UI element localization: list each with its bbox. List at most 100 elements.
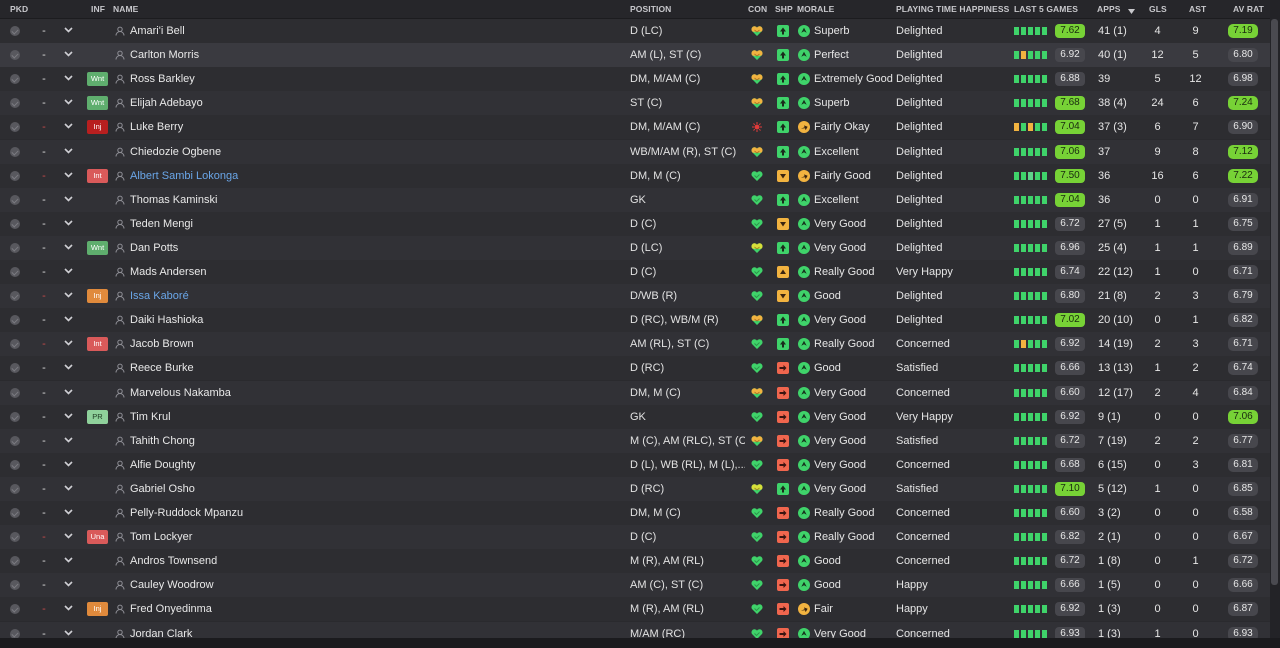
table-row[interactable]: - Int Albert Sambi Lokonga DM, M (C) Fairly … bbox=[0, 163, 1270, 188]
chevron-down-icon[interactable] bbox=[64, 460, 73, 468]
pkd-checkbox[interactable] bbox=[10, 242, 20, 253]
pkd-checkbox[interactable] bbox=[10, 267, 20, 277]
table-row[interactable]: - Pelly-Ruddock Mpanzu DM, M (C) Really Goo… bbox=[0, 501, 1270, 525]
chevron-down-icon[interactable] bbox=[64, 315, 73, 323]
chevron-down-icon[interactable] bbox=[64, 580, 73, 588]
table-row[interactable]: - Gabriel Osho D (RC) Very Good Satisfied 7.1… bbox=[0, 476, 1270, 501]
pkd-checkbox[interactable] bbox=[10, 604, 20, 615]
table-row[interactable]: - Amari'i Bell D (LC) Superb Delighted 7.62 41… bbox=[0, 19, 1270, 43]
pkd-checkbox[interactable] bbox=[10, 146, 20, 157]
table-row[interactable]: - Inj Luke Berry DM, M/AM (C) Fairly Okay Del… bbox=[0, 115, 1270, 140]
chevron-down-icon[interactable] bbox=[64, 484, 73, 492]
pkd-checkbox[interactable] bbox=[10, 218, 20, 229]
chevron-down-icon[interactable] bbox=[64, 412, 73, 420]
table-row[interactable]: - Inj Issa Kaboré D/WB (R) Good Delighted 6.80… bbox=[0, 284, 1270, 309]
player-name[interactable]: Jacob Brown bbox=[130, 332, 620, 356]
chevron-down-icon[interactable] bbox=[64, 604, 73, 612]
pkd-checkbox[interactable] bbox=[10, 411, 20, 422]
table-row[interactable]: - Andros Townsend M (R), AM (RL) Good Concer… bbox=[0, 549, 1270, 574]
player-name[interactable]: Gabriel Osho bbox=[130, 477, 620, 501]
status-badge[interactable]: Wnt bbox=[87, 96, 108, 111]
col-inf[interactable]: INF bbox=[91, 4, 105, 14]
table-row[interactable]: - Wnt Ross Barkley DM, M/AM (C) Extremely Go… bbox=[0, 67, 1270, 92]
player-name[interactable]: Elijah Adebayo bbox=[130, 91, 620, 115]
col-name[interactable]: NAME bbox=[113, 4, 138, 14]
col-last5[interactable]: LAST 5 GAMES bbox=[1014, 4, 1078, 14]
player-name[interactable]: Carlton Morris bbox=[130, 43, 620, 67]
pkd-checkbox[interactable] bbox=[10, 315, 20, 326]
table-row[interactable]: - Alfie Doughty D (L), WB (RL), M (L),... V… bbox=[0, 452, 1270, 477]
table-row[interactable]: - Inj Fred Onyedinma M (R), AM (RL) Fair Happ… bbox=[0, 597, 1270, 622]
pkd-checkbox[interactable] bbox=[10, 50, 20, 61]
chevron-down-icon[interactable] bbox=[64, 267, 73, 275]
chevron-down-icon[interactable] bbox=[64, 26, 73, 34]
pkd-checkbox[interactable] bbox=[10, 122, 20, 133]
pkd-checkbox[interactable] bbox=[10, 98, 20, 109]
col-ast[interactable]: AST bbox=[1189, 4, 1206, 14]
player-name[interactable]: Andros Townsend bbox=[130, 549, 620, 573]
col-pkd[interactable]: PKD bbox=[10, 4, 28, 14]
pkd-checkbox[interactable] bbox=[10, 363, 20, 374]
table-row[interactable]: - Una Tom Lockyer D (C) Really Good Concerned… bbox=[0, 525, 1270, 550]
pkd-checkbox[interactable] bbox=[10, 74, 20, 85]
player-name[interactable]: Tahith Chong bbox=[130, 429, 620, 453]
player-name[interactable]: Fred Onyedinma bbox=[130, 597, 620, 621]
player-name[interactable]: Thomas Kaminski bbox=[130, 188, 620, 212]
table-row[interactable]: - Carlton Morris AM (L), ST (C) Perfect Deli… bbox=[0, 43, 1270, 68]
status-badge[interactable]: Inj bbox=[87, 602, 108, 617]
player-name[interactable]: Pelly-Ruddock Mpanzu bbox=[130, 501, 620, 525]
pkd-checkbox[interactable] bbox=[10, 532, 20, 543]
pkd-checkbox[interactable] bbox=[10, 291, 20, 302]
col-shp[interactable]: SHP bbox=[775, 4, 793, 14]
player-name[interactable]: Marvelous Nakamba bbox=[130, 381, 620, 405]
player-name[interactable]: Daiki Hashioka bbox=[130, 308, 620, 332]
table-row[interactable]: - Daiki Hashioka D (RC), WB/M (R) Very Good… bbox=[0, 308, 1270, 333]
pkd-checkbox[interactable] bbox=[10, 435, 20, 446]
table-row[interactable]: - PR Tim Krul GK Very Good Very Happy 6.92 9 (1… bbox=[0, 404, 1270, 429]
chevron-down-icon[interactable] bbox=[64, 556, 73, 564]
chevron-down-icon[interactable] bbox=[64, 363, 73, 371]
status-badge[interactable]: Una bbox=[87, 530, 108, 545]
chevron-down-icon[interactable] bbox=[64, 291, 73, 299]
player-name[interactable]: Dan Potts bbox=[130, 236, 620, 260]
pkd-checkbox[interactable] bbox=[10, 459, 20, 470]
col-av-rat[interactable]: AV RAT bbox=[1233, 4, 1264, 14]
pkd-checkbox[interactable] bbox=[10, 580, 20, 591]
status-badge[interactable]: Inj bbox=[87, 289, 108, 304]
chevron-down-icon[interactable] bbox=[64, 195, 73, 203]
scrollbar-thumb[interactable] bbox=[1271, 19, 1278, 585]
pkd-checkbox[interactable] bbox=[10, 508, 20, 518]
table-row[interactable]: - Mads Andersen D (C) Really Good Very Happy… bbox=[0, 260, 1270, 284]
chevron-down-icon[interactable] bbox=[64, 147, 73, 155]
pkd-checkbox[interactable] bbox=[10, 628, 20, 639]
player-name[interactable]: Teden Mengi bbox=[130, 212, 620, 236]
player-name[interactable]: Ross Barkley bbox=[130, 67, 620, 91]
table-row[interactable]: - Jordan Clark M/AM (RC) Very Good Concerned… bbox=[0, 621, 1270, 640]
status-badge[interactable]: Int bbox=[87, 337, 108, 352]
table-row[interactable]: - Thomas Kaminski GK Excellent Delighted 7.04… bbox=[0, 187, 1270, 212]
pkd-checkbox[interactable] bbox=[10, 387, 20, 398]
chevron-down-icon[interactable] bbox=[64, 74, 73, 82]
pkd-checkbox[interactable] bbox=[10, 556, 20, 567]
table-row[interactable]: - Teden Mengi D (C) Very Good Delighted 6.72 2… bbox=[0, 211, 1270, 236]
chevron-down-icon[interactable] bbox=[64, 339, 73, 347]
status-badge[interactable]: Int bbox=[87, 168, 108, 183]
chevron-down-icon[interactable] bbox=[64, 243, 73, 251]
player-name[interactable]: Jordan Clark bbox=[130, 622, 620, 640]
pkd-checkbox[interactable] bbox=[10, 26, 20, 36]
col-con[interactable]: CON bbox=[748, 4, 767, 14]
table-row[interactable]: - Wnt Dan Potts D (LC) Very Good Delighted 6.9… bbox=[0, 235, 1270, 260]
player-name[interactable]: Tom Lockyer bbox=[130, 525, 620, 549]
chevron-down-icon[interactable] bbox=[64, 50, 73, 58]
pkd-checkbox[interactable] bbox=[10, 483, 20, 494]
player-name[interactable]: Albert Sambi Lokonga bbox=[130, 164, 620, 188]
player-name[interactable]: Mads Andersen bbox=[130, 260, 620, 284]
chevron-down-icon[interactable] bbox=[64, 122, 73, 130]
table-row[interactable]: - Chiedozie Ogbene WB/M/AM (R), ST (C) Exce… bbox=[0, 139, 1270, 164]
pkd-checkbox[interactable] bbox=[10, 170, 20, 181]
table-row[interactable]: - Tahith Chong M (C), AM (RLC), ST (C) Very… bbox=[0, 428, 1270, 453]
table-row[interactable]: - Marvelous Nakamba DM, M (C) Very Good Conc… bbox=[0, 380, 1270, 405]
status-badge[interactable]: PR bbox=[87, 409, 108, 424]
col-apps[interactable]: APPS bbox=[1097, 4, 1121, 14]
col-playing-time-happiness[interactable]: PLAYING TIME HAPPINESS bbox=[896, 4, 1009, 14]
